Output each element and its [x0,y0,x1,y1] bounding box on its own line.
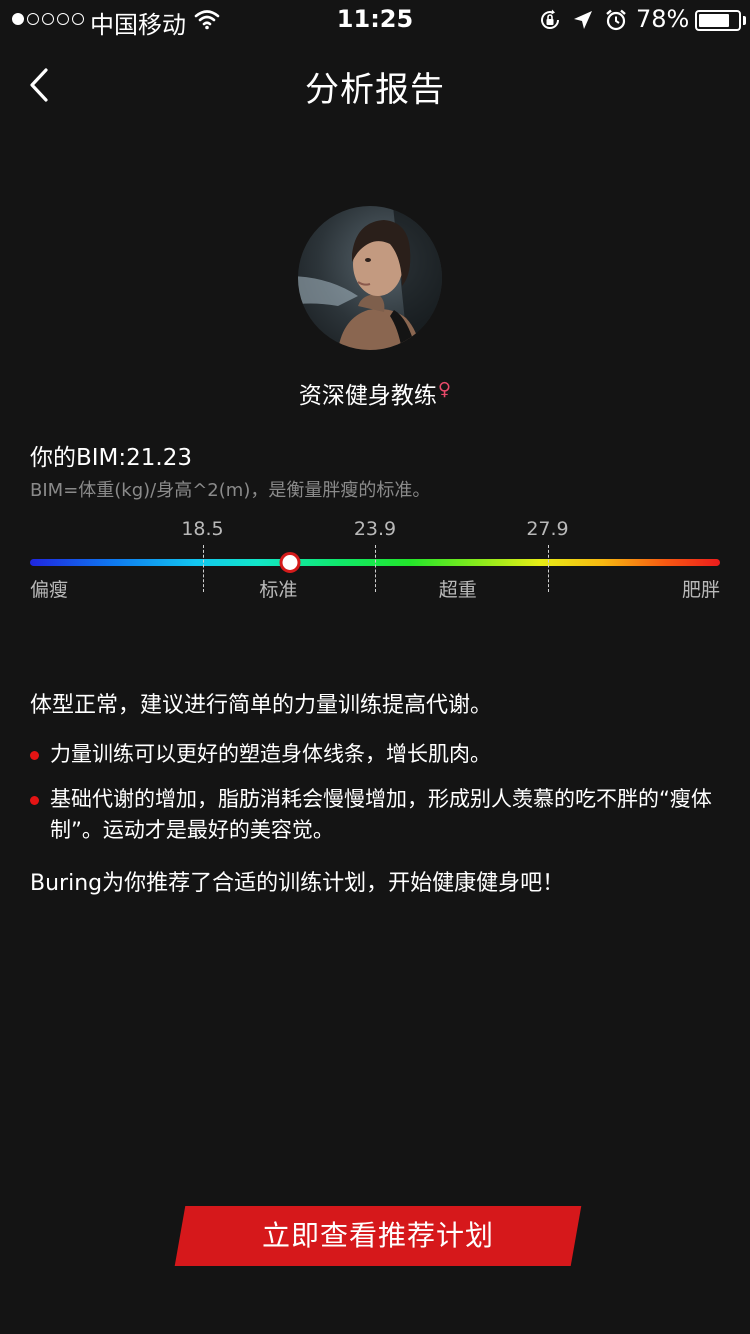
status-bar: 中国移动 11:25 78% [0,0,750,40]
battery-icon [695,10,741,31]
analysis-bullet-item: 力量训练可以更好的塑造身体线条，增长肌肉。 [30,739,720,770]
bullet-dot-icon [30,751,39,760]
bmi-category-label: 偏瘦 [30,579,69,601]
page-title: 分析报告 [305,70,445,110]
analysis-bullet-item: 基础代谢的增加，脂肪消耗会慢慢增加，形成别人羡慕的吃不胖的“瘦体制”。运动才是最… [30,784,720,846]
analysis-summary: 体型正常，建议进行简单的力量训练提高代谢。 [30,693,493,718]
female-gender-icon: ♀ [437,379,452,400]
analysis-bullet-text: 基础代谢的增加，脂肪消耗会慢慢增加，形成别人羡慕的吃不胖的“瘦体制”。运动才是最… [50,787,712,842]
bmi-category-label: 标准 [259,579,298,601]
analysis-bullet-list: 力量训练可以更好的塑造身体线条，增长肌肉。基础代谢的增加，脂肪消耗会慢慢增加，形… [30,739,720,860]
battery-tip [743,16,746,25]
battery-level-fill [699,14,729,27]
bmi-threshold-label: 27.9 [526,518,569,540]
coach-title-row: 资深健身教练♀ [0,376,750,410]
bmi-threshold-line [547,545,549,592]
bmi-category-label: 超重 [438,579,477,601]
bmi-threshold-label: 23.9 [353,518,397,540]
bmi-formula: BIM=体重(kg)/身高^2(m)，是衡量胖瘦的标准。 [30,480,431,501]
battery-percentage: 78% [636,5,690,33]
bmi-indicator-knob [279,552,301,573]
location-arrow-icon [572,9,594,37]
bmi-threshold-label: 18.5 [181,518,224,540]
view-plan-button[interactable] [174,1206,582,1266]
analysis-bullet-text: 力量训练可以更好的塑造身体线条，增长肌肉。 [50,742,491,766]
bmi-category-label: 肥胖 [681,579,720,601]
coach-title: 资深健身教练 [298,383,437,409]
bmi-scale: 18.5 23.9 27.9 偏瘦 标准 超重 肥胖 [30,515,720,610]
bmi-threshold-line [375,545,376,592]
bullet-dot-icon [30,796,39,805]
bmi-threshold-line [202,545,204,592]
recommendation-text: Buring为你推荐了合适的训练计划，开始健康健身吧！ [30,871,565,896]
coach-avatar [298,206,442,350]
bmi-value: 你的BIM:21.23 [30,445,192,471]
alarm-clock-icon [604,8,628,38]
rotation-lock-icon [538,8,562,38]
